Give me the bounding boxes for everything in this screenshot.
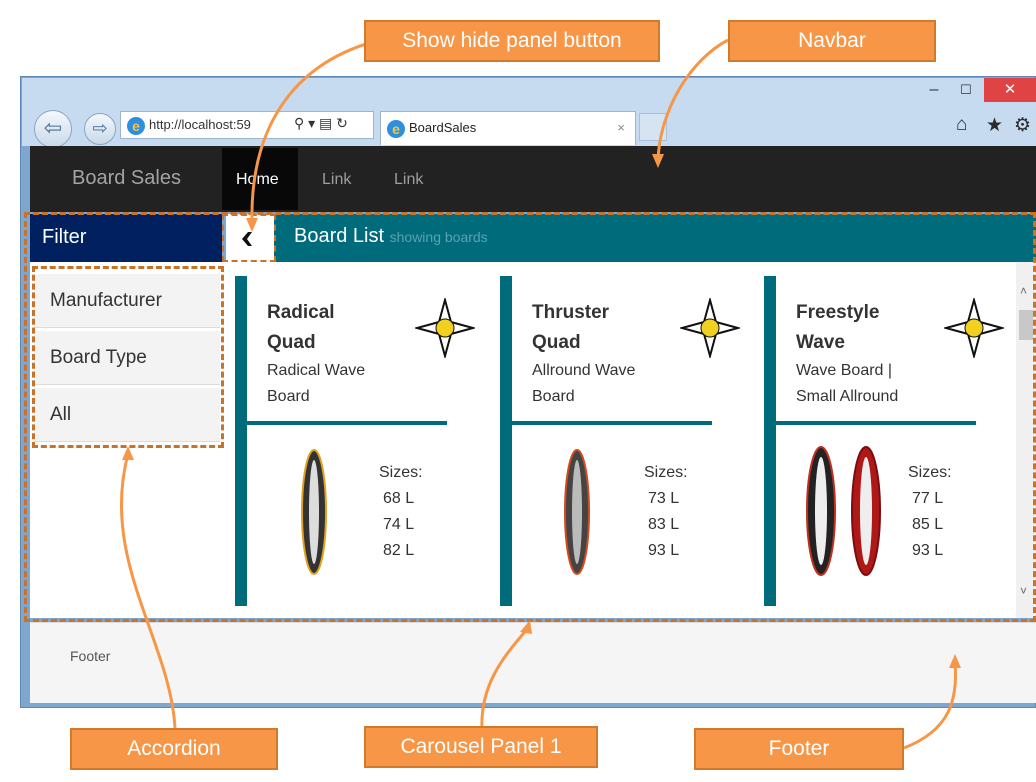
callout-accordion: Accordion [70, 728, 278, 770]
callout-carousel-panel: Carousel Panel 1 [364, 726, 598, 768]
annotation-arrows [119, 38, 961, 750]
callout-show-hide-panel: Show hide panel button [364, 20, 660, 62]
callout-navbar: Navbar [728, 20, 936, 62]
callout-footer: Footer [694, 728, 904, 770]
